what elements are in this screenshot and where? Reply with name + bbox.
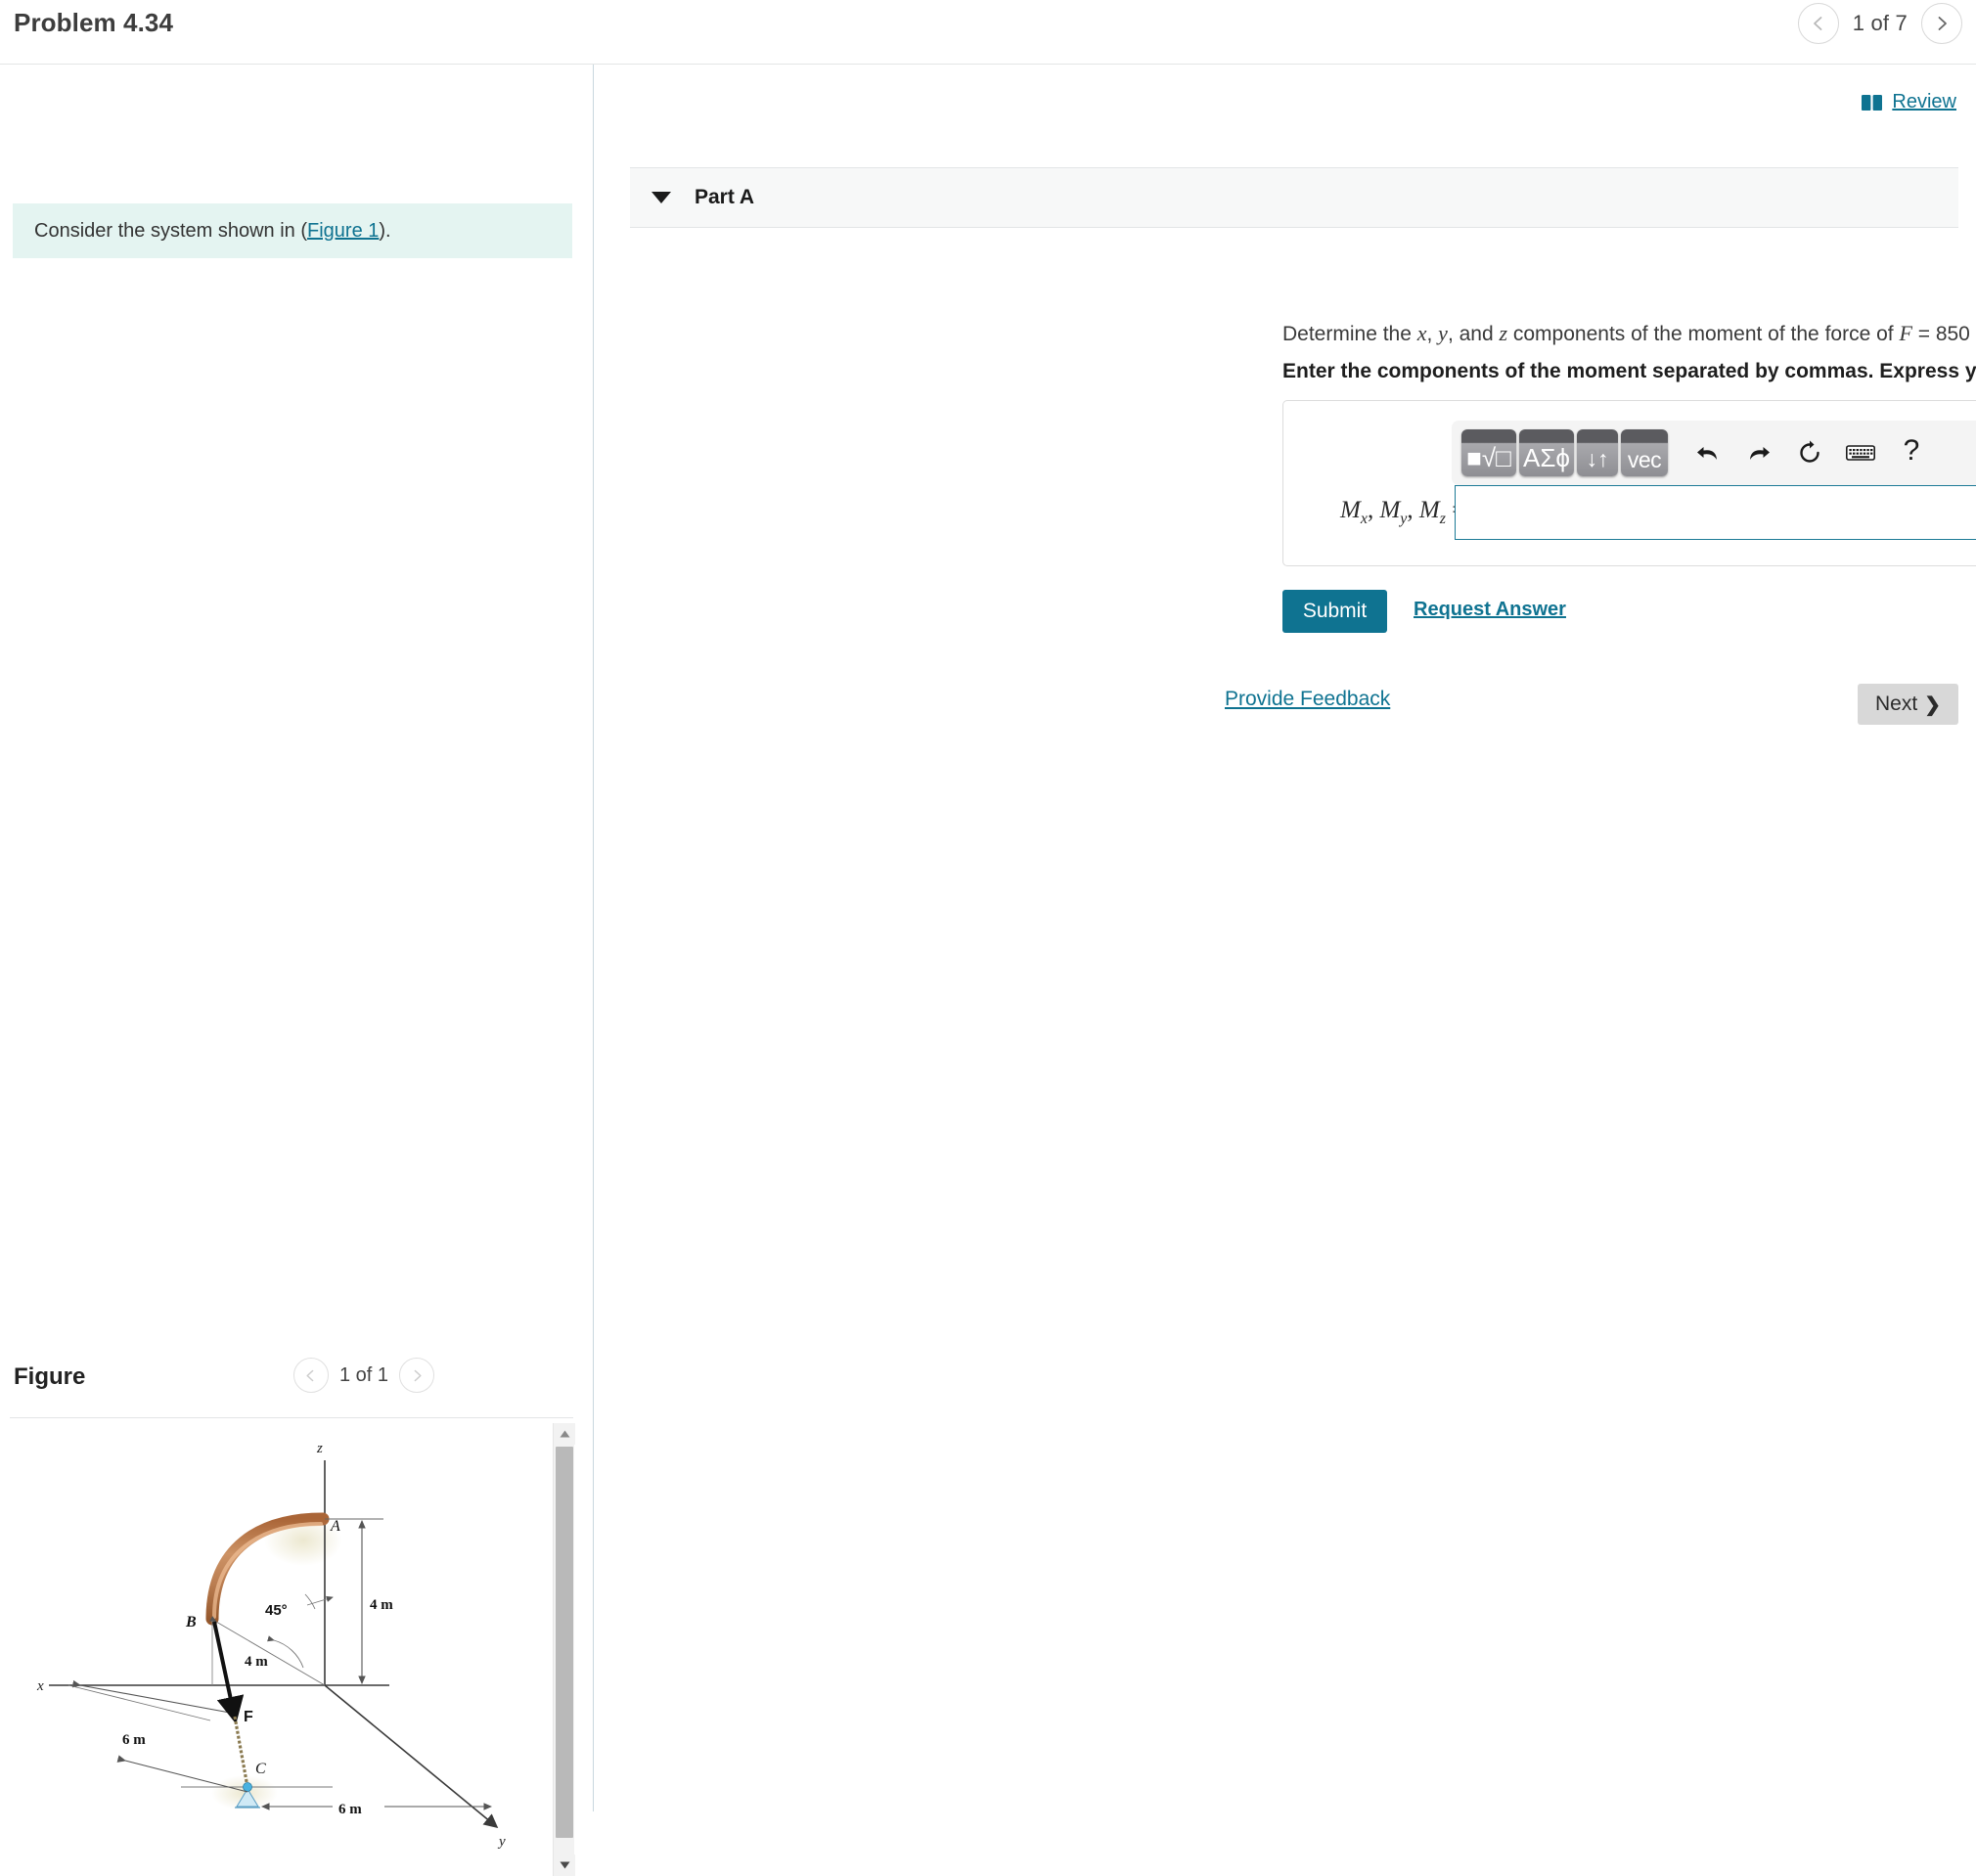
answer-input[interactable] bbox=[1455, 485, 1976, 540]
q-var-y: y bbox=[1438, 321, 1448, 345]
intro-suffix: ). bbox=[379, 220, 390, 242]
label-M2: M bbox=[1379, 497, 1400, 523]
keyboard-icon bbox=[1846, 443, 1875, 463]
main-content: Review Part A Determine the x, y, and z … bbox=[594, 65, 1976, 1811]
part-a-header[interactable]: Part A bbox=[630, 167, 1958, 228]
point-label-A: A bbox=[330, 1518, 340, 1535]
angle-label-45: 45° bbox=[265, 1602, 288, 1619]
figure-page-indicator: 1 of 1 bbox=[339, 1364, 388, 1387]
figure-1-link[interactable]: Figure 1 bbox=[307, 220, 379, 242]
q-var-x: x bbox=[1417, 321, 1427, 345]
q-p1: Determine the bbox=[1282, 323, 1417, 345]
intro-prefix: Consider the system shown in ( bbox=[34, 220, 307, 242]
greek-symbols-key[interactable]: ΑΣϕ bbox=[1519, 429, 1574, 476]
request-answer-link[interactable]: Request Answer bbox=[1414, 599, 1566, 621]
problem-page-indicator: 1 of 7 bbox=[1853, 11, 1908, 36]
chevron-right-icon bbox=[410, 1368, 425, 1383]
label-M1: M bbox=[1340, 497, 1361, 523]
instruction-text: Enter the components of the moment separ… bbox=[1282, 360, 1976, 383]
arrows-key[interactable]: ↓↑ bbox=[1577, 429, 1618, 476]
triangle-up-icon bbox=[560, 1430, 570, 1438]
prev-problem-button[interactable] bbox=[1798, 3, 1839, 44]
q-p3: = 850 bbox=[1912, 323, 1976, 345]
figure-image[interactable]: z x y A B C 4 m 45 bbox=[10, 1423, 558, 1876]
point-label-B: B bbox=[185, 1614, 197, 1630]
dimension-6m-x: 6 m bbox=[122, 1732, 146, 1748]
provide-feedback-link[interactable]: Provide Feedback bbox=[1225, 688, 1390, 711]
dimension-6m-y: 6 m bbox=[338, 1802, 362, 1817]
scrollbar-thumb[interactable] bbox=[556, 1447, 573, 1838]
label-sub-x: x bbox=[1361, 511, 1368, 527]
next-label: Next bbox=[1875, 692, 1917, 716]
dimension-4m-radius: 4 m bbox=[245, 1654, 268, 1670]
chevron-left-icon bbox=[303, 1368, 318, 1383]
reset-button[interactable] bbox=[1784, 429, 1835, 476]
question-text: Determine the x, y, and z components of … bbox=[1282, 321, 1976, 346]
page-title: Problem 4.34 bbox=[14, 8, 173, 38]
label-sub-y: y bbox=[1400, 511, 1407, 527]
collapse-caret-icon[interactable] bbox=[651, 192, 671, 203]
review-link[interactable]: Review bbox=[1862, 91, 1956, 113]
q-var-z: z bbox=[1499, 321, 1507, 345]
top-bar: Problem 4.34 1 of 7 bbox=[0, 0, 1976, 64]
problem-pager: 1 of 7 bbox=[1798, 3, 1962, 44]
label-sub-z: z bbox=[1440, 511, 1446, 527]
chevron-right-icon bbox=[1933, 15, 1951, 32]
template-radical-key[interactable]: ■√□ bbox=[1461, 429, 1516, 476]
chevron-right-icon: ❯ bbox=[1924, 692, 1941, 717]
figure-title: Figure bbox=[14, 1363, 85, 1391]
submit-button[interactable]: Submit bbox=[1282, 590, 1387, 633]
dimension-4m-height: 4 m bbox=[370, 1597, 393, 1613]
axis-label-x: x bbox=[36, 1678, 44, 1694]
review-label: Review bbox=[1892, 91, 1956, 113]
chevron-left-icon bbox=[1810, 15, 1827, 32]
figure-pager: 1 of 1 bbox=[293, 1358, 434, 1393]
intro-text: Consider the system shown in (Figure 1). bbox=[34, 218, 391, 245]
undo-icon bbox=[1695, 441, 1721, 465]
vector-glyph: vec bbox=[1628, 447, 1661, 473]
math-toolbar: ■√□ ΑΣϕ ↓↑ vec bbox=[1452, 421, 1976, 485]
triangle-down-icon bbox=[560, 1861, 570, 1869]
point-label-C: C bbox=[255, 1761, 266, 1777]
axis-label-y: y bbox=[497, 1834, 506, 1850]
q-p2: components of the moment of the force of bbox=[1507, 323, 1899, 345]
statics-diagram: z x y A B C 4 m 45 bbox=[10, 1423, 558, 1876]
left-panel: Consider the system shown in (Figure 1).… bbox=[0, 65, 593, 1811]
figure-next-button[interactable] bbox=[399, 1358, 434, 1393]
book-icon bbox=[1862, 94, 1883, 112]
answer-row: Mx, My, Mz = N · m bbox=[1283, 485, 1976, 554]
axis-label-z: z bbox=[316, 1441, 323, 1456]
figure-scrollbar[interactable] bbox=[553, 1423, 574, 1876]
template-radical-glyph: ■√□ bbox=[1466, 445, 1511, 470]
reset-icon bbox=[1797, 440, 1822, 466]
undo-button[interactable] bbox=[1683, 429, 1733, 476]
figure-prev-button[interactable] bbox=[293, 1358, 329, 1393]
redo-icon bbox=[1746, 441, 1772, 465]
label-M3: M bbox=[1419, 497, 1440, 523]
help-button[interactable]: ? bbox=[1886, 429, 1937, 476]
figure-header: Figure 1 of 1 bbox=[0, 1348, 593, 1414]
answer-panel: ■√□ ΑΣϕ ↓↑ vec bbox=[1282, 400, 1976, 566]
q-c2: , and bbox=[1448, 323, 1500, 345]
force-label-F: F bbox=[244, 1709, 253, 1725]
problem-intro: Consider the system shown in (Figure 1). bbox=[13, 203, 572, 258]
next-problem-button[interactable] bbox=[1921, 3, 1962, 44]
help-label: ? bbox=[1904, 434, 1920, 468]
q-c1: , bbox=[1427, 323, 1439, 345]
figure-divider bbox=[10, 1417, 573, 1418]
scroll-up-button[interactable] bbox=[554, 1423, 575, 1445]
part-a-label: Part A bbox=[695, 186, 754, 209]
arrows-glyph: ↓↑ bbox=[1587, 448, 1609, 470]
greek-symbols-glyph: ΑΣϕ bbox=[1523, 445, 1570, 470]
next-button[interactable]: Next ❯ bbox=[1858, 684, 1958, 725]
scroll-down-button[interactable] bbox=[554, 1854, 575, 1876]
keyboard-button[interactable] bbox=[1835, 429, 1886, 476]
vector-key[interactable]: vec bbox=[1621, 429, 1668, 476]
q-var-F: F bbox=[1899, 321, 1911, 345]
answer-label: Mx, My, Mz = bbox=[1340, 497, 1465, 528]
redo-button[interactable] bbox=[1733, 429, 1784, 476]
